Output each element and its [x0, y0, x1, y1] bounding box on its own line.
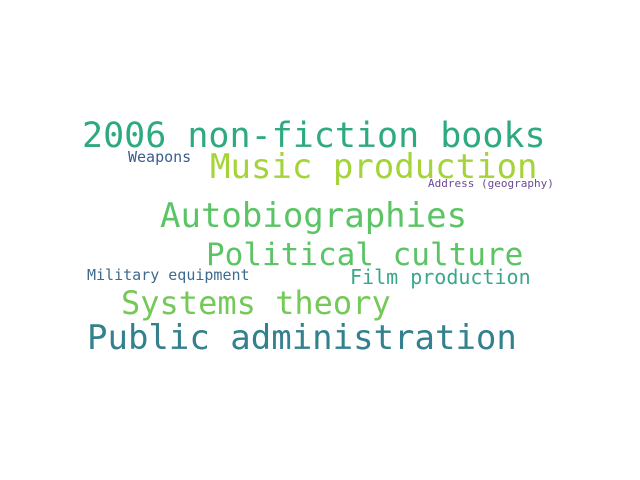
word-systems-theory: Systems theory	[121, 284, 391, 322]
word-weapons: Weapons	[128, 148, 192, 166]
word-autobiographies: Autobiographies	[160, 196, 468, 236]
word-military-equipment: Military equipment	[87, 266, 250, 284]
word-cloud: 2006 non-fiction books Music production …	[0, 0, 640, 480]
word-public-administration: Public administration	[87, 318, 517, 358]
word-address-geography: Address (geography)	[428, 177, 554, 190]
word-film-production: Film production	[350, 265, 531, 289]
